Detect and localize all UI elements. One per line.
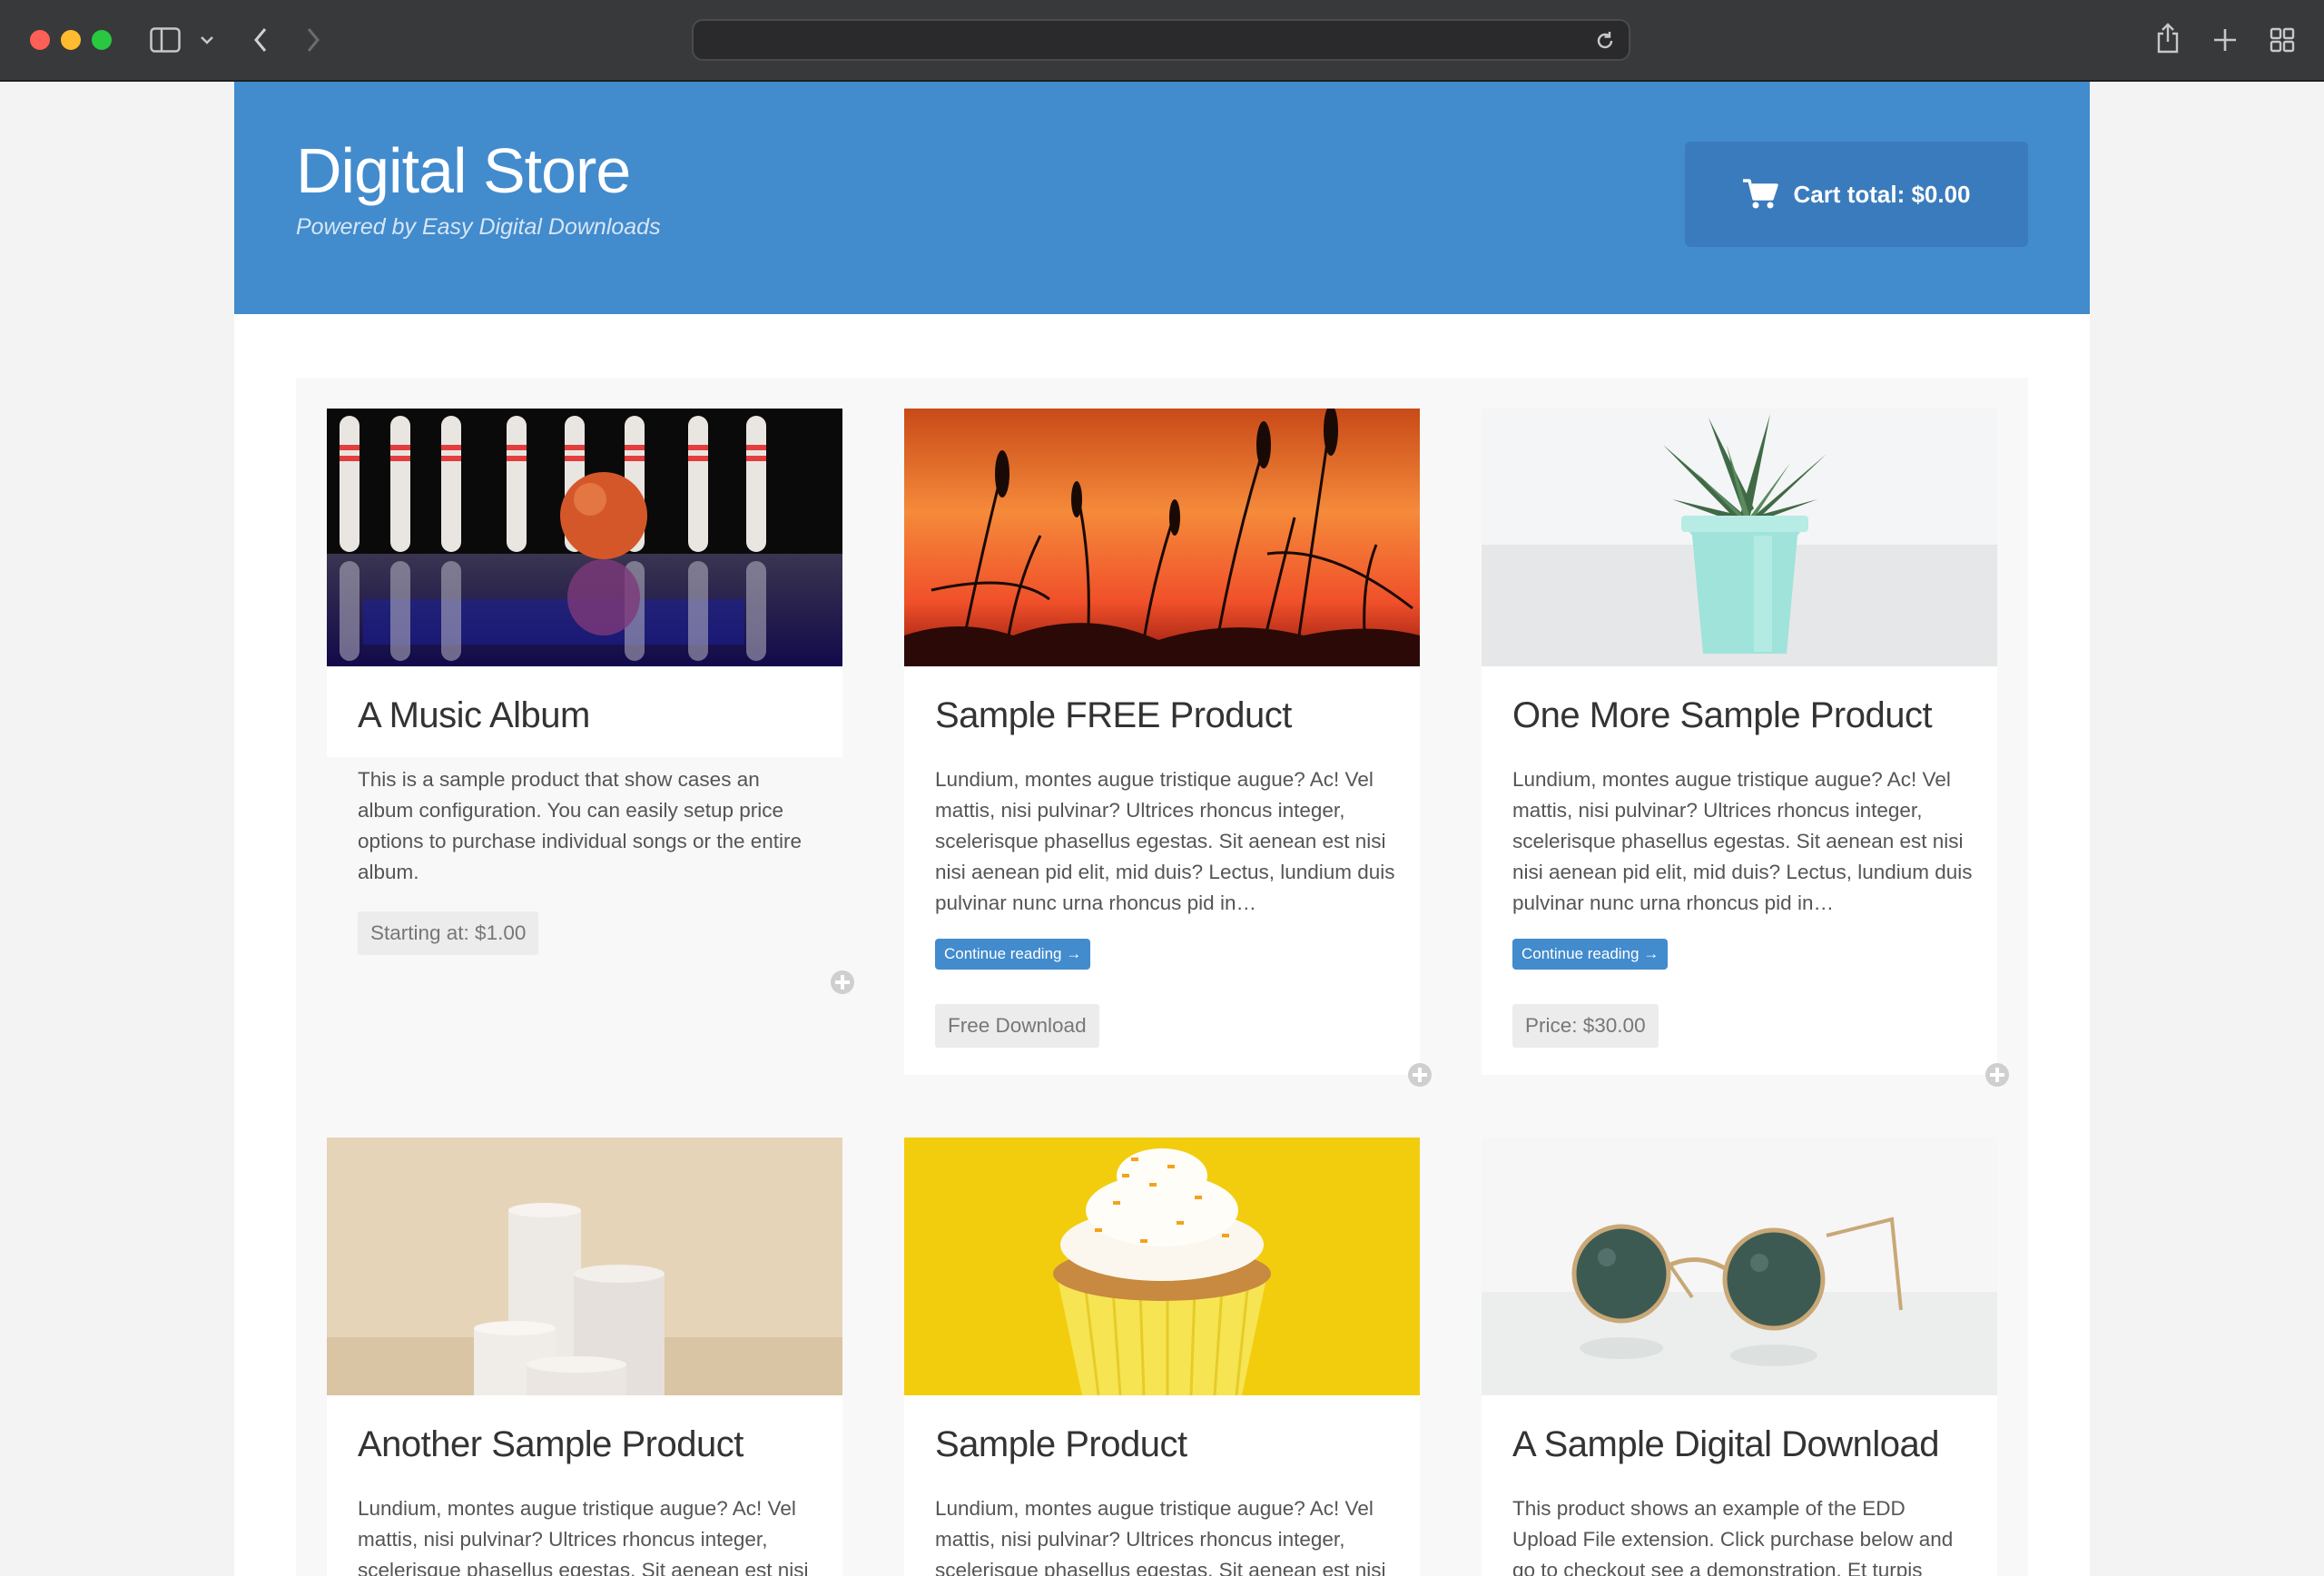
product-image[interactable] [1482,1138,1997,1395]
tab-overview-icon[interactable] [2270,27,2295,53]
product-excerpt: Lundium, montes augue tristique augue? A… [935,768,1395,914]
product-image[interactable] [904,1138,1420,1395]
product-excerpt: This product shows an example of the EDD… [1512,1497,1954,1576]
forward-icon[interactable] [305,26,321,54]
add-to-cart-icon[interactable] [1407,1062,1433,1088]
cart-total-label: Cart total: $0.00 [1793,180,1971,208]
chevron-down-icon[interactable] [200,34,214,45]
product-title[interactable]: Sample FREE Product [935,695,1292,736]
product-title[interactable]: Sample Product [935,1424,1187,1465]
zoom-window-button[interactable] [92,30,112,50]
address-bar[interactable] [692,19,1630,61]
product-card: One More Sample Product Lundium, montes … [1482,409,1997,1075]
product-excerpt: Lundium, montes augue tristique augue? A… [935,1497,1386,1576]
product-card: Sample Product Lundium, montes augue tri… [904,1138,1420,1576]
product-image[interactable] [327,1138,842,1395]
product-title[interactable]: A Music Album [358,695,590,736]
product-title[interactable]: One More Sample Product [1512,695,1933,736]
page-content: Digital Store Powered by Easy Digital Do… [234,82,2090,1576]
product-image[interactable] [904,409,1420,666]
back-icon[interactable] [252,26,269,54]
add-to-cart-icon[interactable] [830,970,855,995]
reload-icon[interactable] [1594,30,1616,52]
continue-reading-button[interactable]: Continue reading → [935,939,1091,970]
product-card: Another Sample Product Lundium, montes a… [327,1138,842,1576]
bowling-pins-image [327,409,842,666]
price-label: Free Download [935,1004,1099,1048]
pedestals-image [327,1138,842,1395]
cart-total-button[interactable]: Cart total: $0.00 [1685,142,2028,247]
product-excerpt: This is a sample product that show cases… [358,768,803,883]
share-icon[interactable] [2155,22,2181,54]
sidebar-icon[interactable] [150,27,181,53]
site-header: Digital Store Powered by Easy Digital Do… [234,82,2090,314]
sunglasses-image [1482,1138,1997,1395]
shopping-cart-icon [1743,179,1779,209]
new-tab-icon[interactable] [2212,27,2238,53]
cupcake-image [904,1138,1420,1395]
site-tagline: Powered by Easy Digital Downloads [296,214,661,240]
sunset-grass-image [904,409,1420,666]
product-title[interactable]: A Sample Digital Download [1512,1424,1939,1465]
succulent-pot-image [1482,409,1997,666]
browser-toolbar [0,0,2324,82]
site-title[interactable]: Digital Store [296,136,631,206]
price-label: Starting at: $1.00 [358,911,539,955]
continue-reading-button[interactable]: Continue reading → [1512,939,1669,970]
product-card: Sample FREE Product Lundium, montes augu… [904,409,1420,1075]
product-image[interactable] [1482,409,1997,666]
product-card: A Music Album This is a sample product t… [327,409,842,955]
product-card: A Sample Digital Download This product s… [1482,1138,1997,1576]
close-window-button[interactable] [30,30,50,50]
product-excerpt: Lundium, montes augue tristique augue? A… [358,1497,809,1576]
add-to-cart-icon[interactable] [1984,1062,2010,1088]
minimize-window-button[interactable] [61,30,81,50]
product-title[interactable]: Another Sample Product [358,1424,743,1465]
price-label: Price: $30.00 [1512,1004,1659,1048]
product-excerpt: Lundium, montes augue tristique augue? A… [1512,768,1973,914]
product-image[interactable] [327,409,842,666]
